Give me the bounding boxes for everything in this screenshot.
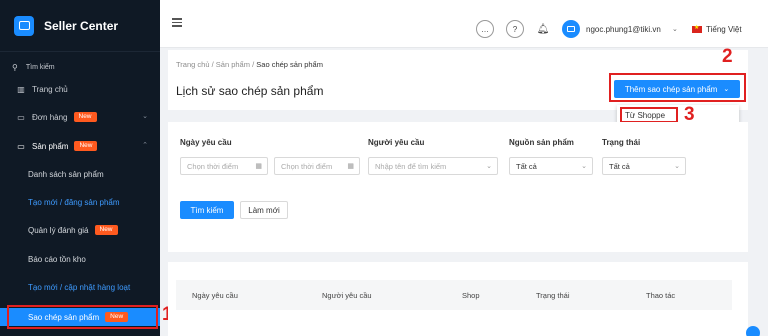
seller-center-logo-icon (14, 15, 34, 36)
sidebar-sub-label: Quản lý đánh giá (28, 225, 89, 235)
column-header: Ngày yêu cầu (192, 291, 238, 300)
sidebar-header: Seller Center (0, 0, 160, 52)
breadcrumb-current: Sao chép sản phẩm (256, 60, 323, 69)
app-title: Seller Center (44, 18, 119, 33)
sidebar-sub-reviews[interactable]: Quản lý đánh giá New (0, 221, 160, 239)
step-2-label: 2 (722, 46, 733, 67)
requester-label: Người yêu cầu (368, 138, 425, 147)
chevron-down-icon: ⌄ (674, 163, 680, 170)
table-header: Ngày yêu cầu Người yêu cầu Shop Trạng th… (176, 280, 732, 310)
filter-panel: Ngày yêu cầu Chọn thời điểm ▦ Chọn thời … (168, 122, 748, 252)
column-header: Người yêu cầu (322, 291, 372, 300)
sidebar-item-label: Đơn hàng (32, 112, 68, 122)
column-header: Thao tác (646, 291, 676, 300)
sidebar-item-products[interactable]: ▭ Sản phẩm New ⌃ (0, 137, 160, 155)
dropdown-item-from-shopee[interactable]: Từ Shoppe (620, 107, 678, 123)
chevron-down-icon[interactable]: ⌄ (672, 25, 678, 33)
history-table: Ngày yêu cầu Người yêu cầu Shop Trạng th… (168, 262, 748, 336)
chat-icon[interactable]: … (476, 20, 494, 38)
reset-button[interactable]: Làm mới (240, 201, 288, 219)
monitor-icon: ▭ (17, 141, 25, 151)
avatar[interactable] (562, 20, 580, 38)
sidebar-sub-create-product[interactable]: Tạo mới / đăng sản phẩm (0, 193, 160, 211)
calendar-icon: ▦ (347, 163, 354, 170)
language-selector[interactable]: Tiếng Việt (692, 24, 742, 34)
help-icon[interactable]: ? (506, 20, 524, 38)
bell-icon[interactable]: 🔔︎ (534, 20, 552, 38)
sidebar-search[interactable]: ⚲ Tìm kiếm (12, 60, 152, 74)
language-label: Tiếng Việt (706, 25, 742, 34)
user-email[interactable]: ngoc.phung1@tiki.vn (586, 25, 661, 34)
new-badge: New (94, 224, 118, 236)
column-header: Trạng thái (536, 291, 570, 300)
chevron-up-icon: ⌃ (142, 142, 148, 149)
new-badge: New (74, 140, 98, 152)
sidebar-sub-bulk-update[interactable]: Tạo mới / cập nhật hàng loạt (0, 278, 160, 296)
highlight-box-step-2 (609, 73, 746, 102)
status-select[interactable]: Tất cả ⌄ (602, 157, 686, 175)
date-to-input[interactable]: Chọn thời điểm ▦ (274, 157, 360, 175)
search-icon: ⚲ (12, 62, 18, 72)
sidebar-sub-label: Tạo mới / cập nhật hàng loạt (28, 282, 131, 292)
top-bar: … ? 🔔︎ ngoc.phung1@tiki.vn ⌄ Tiếng Việt (160, 0, 768, 48)
chart-icon: ▥ (17, 84, 25, 94)
sidebar: Seller Center ⚲ Tìm kiếm ▥ Trang chủ ▭ Đ… (0, 0, 160, 336)
column-header: Shop (462, 291, 480, 300)
breadcrumb-item[interactable]: Trang chủ (176, 60, 210, 69)
page-title: Lịch sử sao chép sản phẩm (176, 84, 324, 98)
sidebar-search-label: Tìm kiếm (25, 63, 55, 71)
menu-toggle-icon[interactable] (172, 18, 182, 29)
sidebar-sub-product-list[interactable]: Danh sách sản phẩm (0, 165, 160, 183)
requester-search-input[interactable]: Nhập tên để tìm kiếm ⌄ (368, 157, 498, 175)
calendar-icon: ▦ (255, 163, 262, 170)
chevron-down-icon: ⌄ (486, 163, 492, 170)
request-date-label: Ngày yêu cầu (180, 138, 232, 147)
source-label: Nguồn sản phẩm (509, 138, 574, 147)
vietnam-flag-icon (692, 24, 702, 33)
sidebar-sub-label: Tạo mới / đăng sản phẩm (28, 197, 120, 207)
breadcrumb-item[interactable]: Sản phẩm (216, 60, 250, 69)
date-from-input[interactable]: Chọn thời điểm ▦ (180, 157, 268, 175)
floating-chat-button[interactable] (746, 326, 760, 336)
source-select[interactable]: Tất cả ⌄ (509, 157, 593, 175)
sidebar-item-label: Trang chủ (32, 84, 68, 94)
sidebar-item-home[interactable]: ▥ Trang chủ (0, 80, 160, 98)
status-label: Trạng thái (602, 138, 641, 147)
sidebar-sub-label: Báo cáo tồn kho (28, 254, 86, 264)
breadcrumb: Trang chủ / Sản phẩm / Sao chép sản phẩm (176, 60, 323, 69)
sidebar-item-label: Sản phẩm (32, 141, 69, 151)
chevron-down-icon: ⌄ (142, 113, 148, 120)
sidebar-sub-label: Danh sách sản phẩm (28, 169, 104, 179)
chevron-down-icon: ⌄ (581, 163, 587, 170)
monitor-icon: ▭ (17, 112, 25, 122)
highlight-box-step-1 (7, 305, 158, 329)
search-button[interactable]: Tìm kiếm (180, 201, 234, 219)
sidebar-item-orders[interactable]: ▭ Đơn hàng New ⌄ (0, 108, 160, 126)
new-badge: New (73, 111, 97, 123)
sidebar-sub-inventory-report[interactable]: Báo cáo tồn kho (0, 250, 160, 268)
